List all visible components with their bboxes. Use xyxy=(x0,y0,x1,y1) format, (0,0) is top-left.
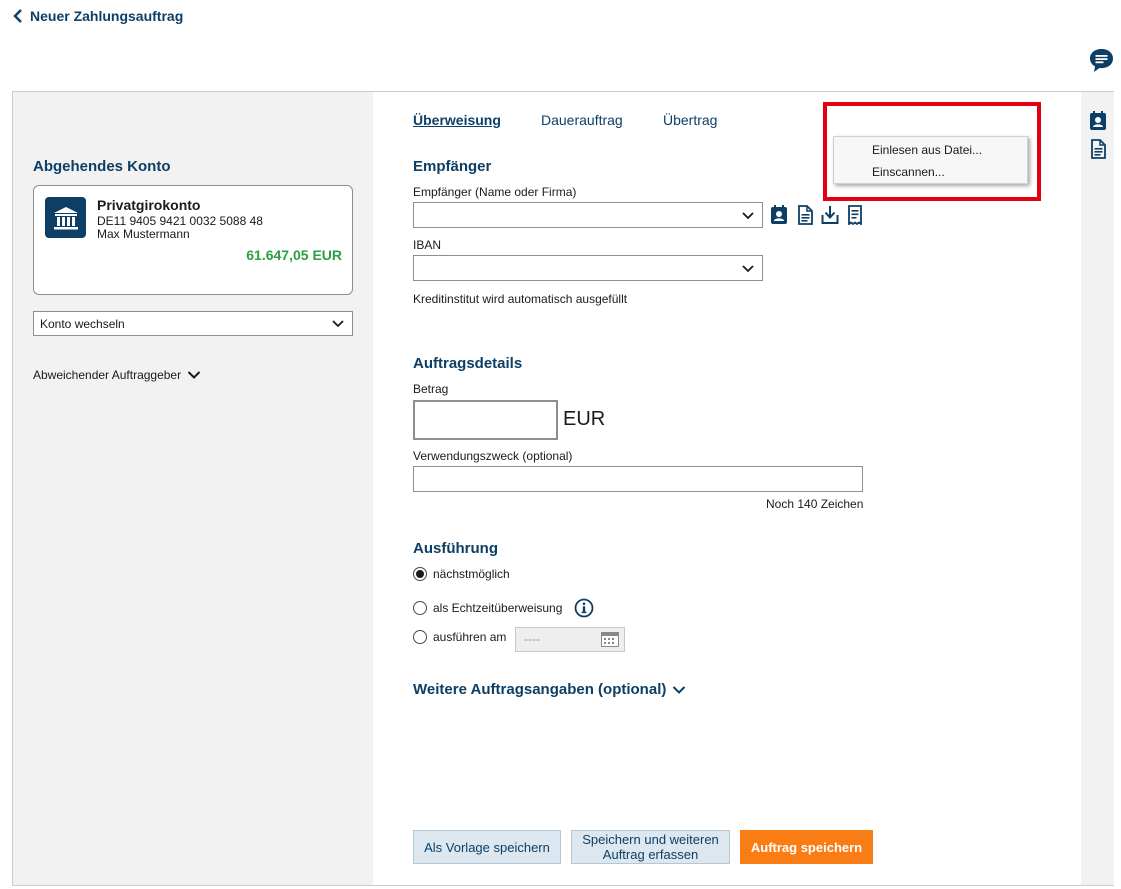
switch-account-value: Konto wechseln xyxy=(40,316,125,331)
document-icon[interactable] xyxy=(796,205,814,225)
alt-payer-label: Abweichender Auftraggeber xyxy=(33,368,182,382)
purpose-field[interactable] xyxy=(413,466,863,492)
execution-date-field[interactable]: ---- xyxy=(515,627,625,652)
chat-icon[interactable] xyxy=(1089,48,1114,73)
chars-remaining: Noch 140 Zeichen xyxy=(766,497,864,511)
execution-option-asap[interactable]: nächstmöglich xyxy=(413,567,510,581)
alt-payer-toggle[interactable]: Abweichender Auftraggeber xyxy=(33,368,201,382)
amount-label: Betrag xyxy=(413,382,449,396)
account-card: Privatgirokonto DE11 9405 9421 0032 5088… xyxy=(33,185,353,295)
save-template-button[interactable]: Als Vorlage speichern xyxy=(413,830,561,864)
iban-label: IBAN xyxy=(413,238,442,252)
execution-option-date[interactable]: ausführen am xyxy=(413,630,506,644)
account-balance: 61.647,05 EUR xyxy=(246,247,342,263)
tab-dauerauftrag[interactable]: Dauerauftrag xyxy=(541,112,623,128)
recipient-name-label: Empfänger (Name oder Firma) xyxy=(413,185,577,199)
account-holder: Max Mustermann xyxy=(97,227,190,241)
page-title: Neuer Zahlungsauftrag xyxy=(30,8,184,24)
scan-context-menu: Einlesen aus Datei... Einscannen... xyxy=(833,136,1028,184)
order-details-heading: Auftragsdetails xyxy=(413,355,523,372)
execution-heading: Ausführung xyxy=(413,540,498,557)
save-order-button[interactable]: Auftrag speichern xyxy=(740,830,873,864)
document-icon[interactable] xyxy=(1089,139,1107,159)
payment-form-frame: Abgehendes Konto Privatgirokonto DE11 94… xyxy=(12,91,1114,886)
back-link[interactable]: Neuer Zahlungsauftrag xyxy=(12,8,183,24)
amount-field[interactable] xyxy=(413,400,558,440)
purpose-label: Verwendungszweck (optional) xyxy=(413,449,573,463)
bank-icon xyxy=(45,197,86,238)
switch-account-select[interactable]: Konto wechseln xyxy=(33,311,353,336)
radio-button[interactable] xyxy=(413,601,427,615)
scan-receipt-icon[interactable] xyxy=(846,205,864,225)
recipient-name-field[interactable] xyxy=(413,202,763,228)
download-icon[interactable] xyxy=(821,205,839,225)
source-account-panel: Abgehendes Konto Privatgirokonto DE11 94… xyxy=(13,92,373,885)
chevron-left-icon xyxy=(13,9,22,23)
chevron-down-icon xyxy=(742,265,754,273)
chevron-down-icon xyxy=(187,371,201,379)
menu-item-import-file[interactable]: Einlesen aus Datei... xyxy=(834,139,1027,161)
execution-option-instant[interactable]: als Echtzeitüberweisung xyxy=(413,598,594,618)
payment-form: Überweisung Dauerauftrag Übertrag Empfän… xyxy=(373,92,1081,885)
execution-option-label: als Echtzeitüberweisung xyxy=(433,601,563,615)
address-book-icon[interactable] xyxy=(1089,111,1107,131)
calendar-icon[interactable] xyxy=(601,632,619,647)
more-details-toggle[interactable]: Weitere Auftragsangaben (optional) xyxy=(413,681,686,698)
address-book-icon[interactable] xyxy=(770,205,788,225)
account-iban: DE11 9405 9421 0032 5088 48 xyxy=(97,214,263,228)
chevron-down-icon xyxy=(673,685,686,694)
account-name: Privatgirokonto xyxy=(97,197,201,213)
radio-button[interactable] xyxy=(413,567,427,581)
source-account-heading: Abgehendes Konto xyxy=(33,158,171,175)
more-details-label: Weitere Auftragsangaben (optional) xyxy=(413,681,667,698)
tab-uebertrag[interactable]: Übertrag xyxy=(663,112,717,128)
info-icon[interactable] xyxy=(574,598,594,618)
save-and-new-button[interactable]: Speichern und weiteren Auftrag erfassen xyxy=(571,830,730,864)
execution-option-label: ausführen am xyxy=(433,630,507,644)
recipient-heading: Empfänger xyxy=(413,158,492,175)
chevron-down-icon xyxy=(332,320,344,328)
menu-item-scan[interactable]: Einscannen... xyxy=(834,161,1027,183)
execution-option-label: nächstmöglich xyxy=(433,567,510,581)
chevron-down-icon xyxy=(742,212,754,220)
radio-button[interactable] xyxy=(413,630,427,644)
right-rail xyxy=(1081,92,1114,885)
currency-label: EUR xyxy=(563,408,606,430)
tab-ueberweisung[interactable]: Überweisung xyxy=(413,112,501,128)
iban-field[interactable] xyxy=(413,255,763,281)
bank-autofill-hint: Kreditinstitut wird automatisch ausgefül… xyxy=(413,292,628,306)
